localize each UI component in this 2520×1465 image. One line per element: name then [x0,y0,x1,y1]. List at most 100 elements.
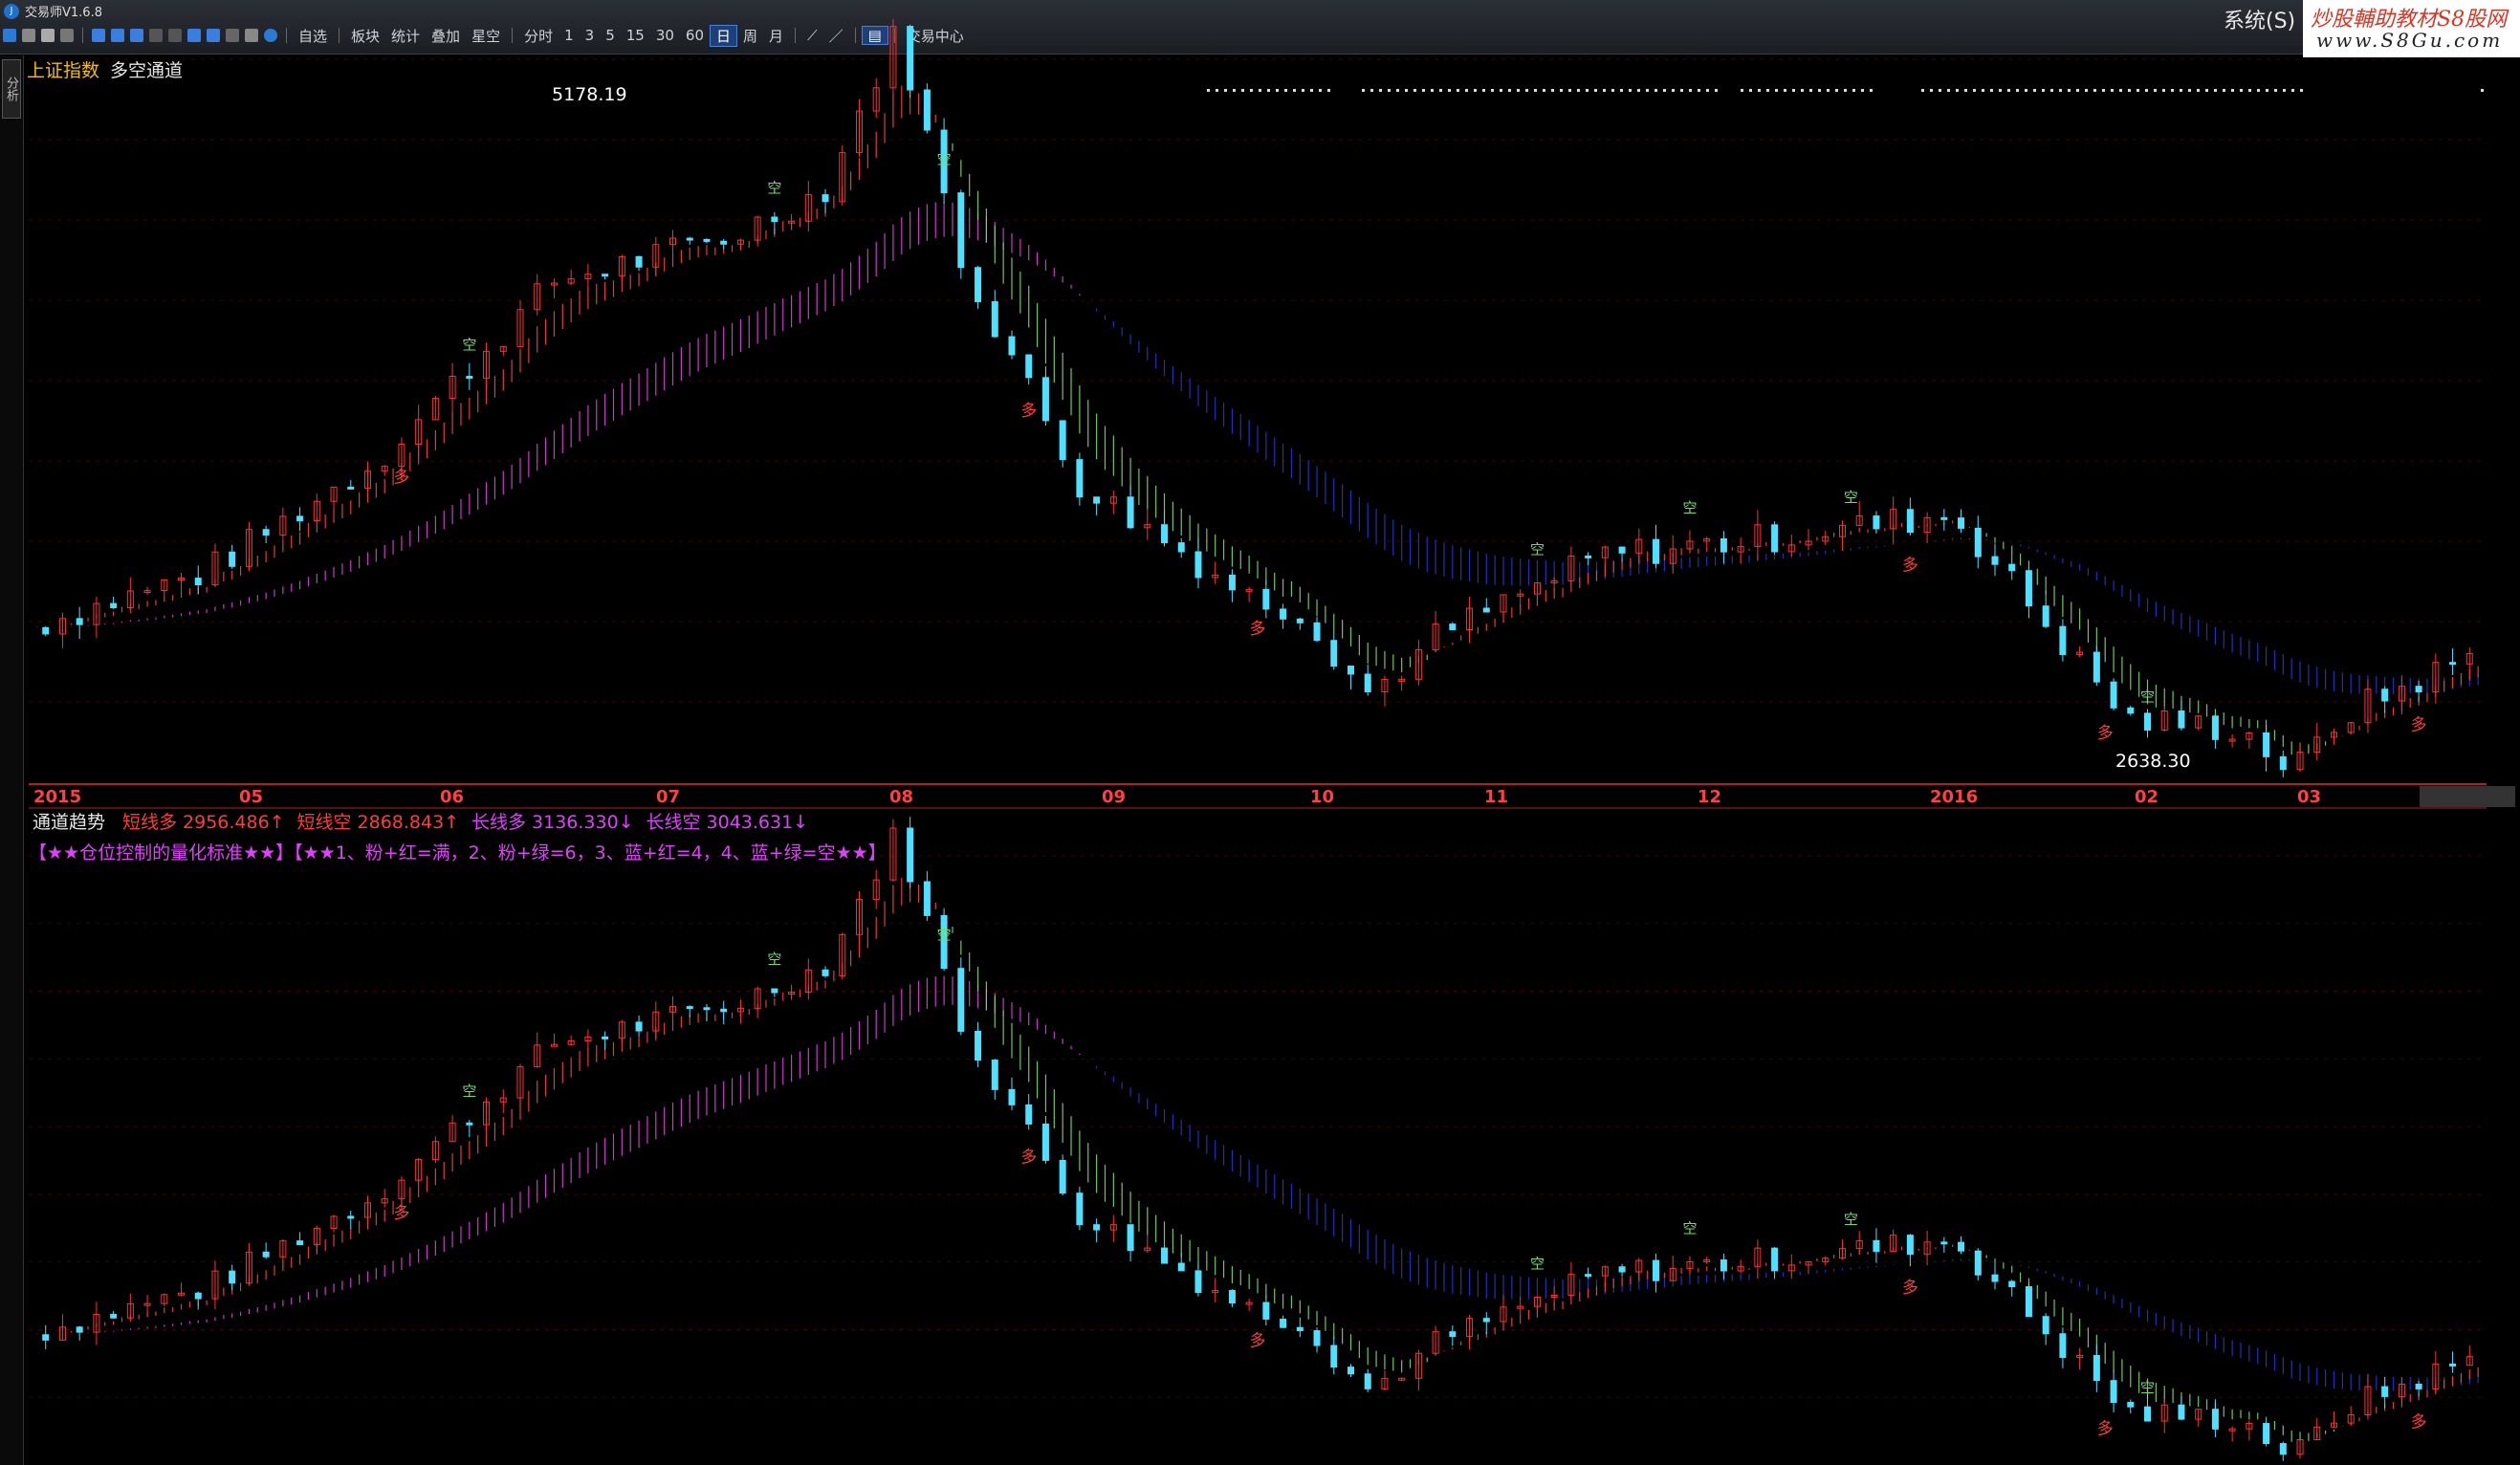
sub-bull-mark: 多 [1250,1332,1266,1351]
main-candle-body [771,216,778,223]
sub-candle-body [1127,1224,1134,1252]
sub-candle-body [1585,1274,1592,1278]
signal-dot [2481,89,2484,92]
signal-dot [1594,89,1597,92]
signal-dot [1543,89,1545,92]
sub-candle-body [686,1006,693,1010]
sub-candle-body [822,969,829,976]
main-candle-body [703,238,711,242]
main-bear-mark: 空 [767,180,781,197]
x-axis-label: 2016 [1930,787,1978,807]
main-candle-body [2042,605,2049,627]
main-panel-indicator: 多空通道 [110,60,183,81]
chart-area[interactable]: 多多多多多 多空空空空空空空多多多多多 多空空空空空空空2015 05 06 07 08 09… [0,0,2520,1465]
sub-candle-body [466,1122,473,1126]
signal-dot [1784,89,1786,92]
signal-dot [2128,89,2131,92]
signal-dot [2145,89,2148,92]
sub-candle-body [229,1270,236,1284]
sub-panel-value: 短线多 2956.486↑ [122,812,285,833]
sub-candle-body [1059,1159,1066,1194]
main-candle-body [347,486,355,490]
main-candle-body [466,375,473,380]
signal-dot [1844,89,1847,92]
sub-candle-body [2178,1404,2185,1420]
sub-bull-mark: 多 [2411,1412,2427,1432]
signal-dot [1224,89,1227,92]
main-candle-body [957,192,965,269]
signal-dot [2025,89,2027,92]
main-candle-body [1330,640,1338,667]
signal-dot [1689,89,1692,92]
signal-dot [2188,89,2191,92]
signal-dot [1870,89,1873,92]
main-candle-body [2279,755,2287,771]
signal-dot [1500,89,1502,92]
signal-dot [1586,89,1589,92]
main-candle-body [2025,570,2032,607]
sub-candle-body [957,968,965,1032]
sub-candle-body [1974,1250,1982,1276]
signal-dot [1241,89,1244,92]
main-candle-body [229,551,236,567]
signal-dot [1706,89,1709,92]
main-candle-body [1974,527,1982,558]
main-bull-mark: 多 [1902,557,1918,576]
main-candle-body [720,240,728,245]
x-axis-label: 02 [2135,787,2158,807]
x-axis-label: 10 [1310,787,1334,807]
signal-dot [2266,89,2268,92]
signal-dot [1491,89,1494,92]
main-candle-body [2059,625,2067,656]
main-panel-title: 上证指数 [27,60,99,81]
main-bull-mark: 多 [1020,402,1037,421]
signal-dot [1818,89,1821,92]
x-axis-label: 12 [1698,787,1721,807]
signal-dot [1379,89,1382,92]
signal-dot [1474,89,1477,92]
signal-dot [1276,89,1279,92]
sub-candle-body [1025,1104,1033,1125]
scroll-thumb[interactable] [2420,786,2515,807]
signal-dot [1388,89,1391,92]
main-candle-body [1059,420,1066,461]
signal-dot [1439,89,1442,92]
main-candle-body [1720,537,1727,553]
signal-dot [1396,89,1399,92]
sub-candle-body [1958,1241,1965,1252]
signal-dot [1809,89,1812,92]
x-axis-label: 09 [1102,787,1126,807]
main-bear-mark: 空 [1844,489,1858,506]
main-candle-body [1771,524,1779,553]
main-candle-body [2127,707,2135,714]
signal-dot [2111,89,2114,92]
sub-candle-body [1228,1289,1236,1304]
main-candle-body [1093,496,1101,504]
main-candle-body [1618,546,1626,554]
signal-dot [1999,89,2002,92]
sub-candle-body [907,827,914,883]
sub-candle-body [1008,1088,1016,1105]
sub-candle-body [2008,1280,2016,1288]
signal-dot [2016,89,2019,92]
sub-candle-body [2110,1380,2117,1404]
sub-bear-mark: 空 [2140,1379,2155,1396]
sub-candle-body [771,988,778,994]
sub-candle-body [1906,1235,1914,1256]
signal-dot [1517,89,1520,92]
main-candle-body [2093,651,2100,683]
signal-dot [1233,89,1236,92]
main-bull-mark: 多 [2097,724,2114,743]
signal-dot [1457,89,1459,92]
signal-dot [2119,89,2122,92]
signal-dot [1362,89,1365,92]
sub-bull-mark: 多 [393,1204,409,1223]
signal-dot [1482,89,1485,92]
high-price-label: 5178.19 [552,84,627,105]
sub-candle-body [1449,1331,1457,1338]
signal-dot [2033,89,2036,92]
signal-dot [1775,89,1778,92]
sub-bear-mark: 空 [462,1082,476,1100]
signal-dot [2085,89,2088,92]
main-candle-body [1008,336,1016,356]
